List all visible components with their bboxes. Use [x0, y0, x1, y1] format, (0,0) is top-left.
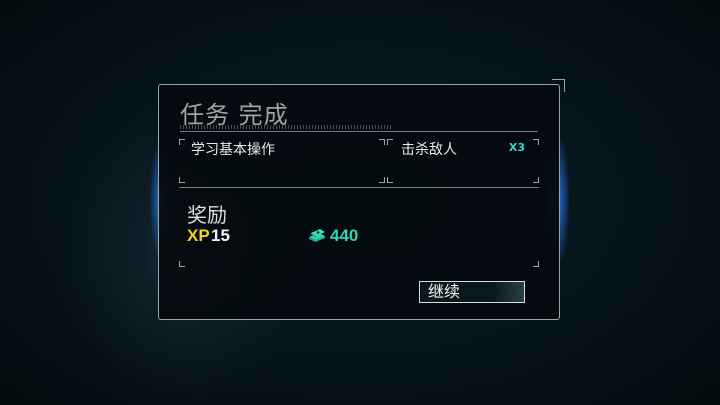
rewards-title: 奖励	[187, 203, 227, 227]
xp-label: XP	[187, 226, 210, 245]
rewards-top-divider	[179, 187, 539, 188]
continue-button[interactable]: 继续	[419, 281, 525, 303]
game-background: 任务 完成 学习基本操作 击杀敌人 X3 奖励 XP 15 440 继续	[0, 0, 720, 405]
rewards-section: 奖励 XP 15 440	[179, 187, 539, 267]
panel-corner-accent	[552, 79, 565, 92]
objective-item: 击杀敌人 X3	[387, 139, 539, 183]
objective-label: 击杀敌人	[401, 142, 457, 158]
objective-count: X3	[508, 141, 525, 154]
title-divider	[180, 131, 538, 132]
title-underline-hatch	[180, 125, 392, 129]
cash-stack-icon	[309, 229, 325, 242]
objective-item: 学习基本操作	[179, 139, 385, 183]
continue-button-label: 继续	[428, 282, 461, 301]
mission-complete-panel: 任务 完成 学习基本操作 击杀敌人 X3 奖励 XP 15 440 继续	[158, 79, 565, 320]
cash-value: 440	[330, 226, 359, 245]
xp-value: 15	[211, 226, 230, 245]
objective-label: 学习基本操作	[191, 142, 275, 158]
